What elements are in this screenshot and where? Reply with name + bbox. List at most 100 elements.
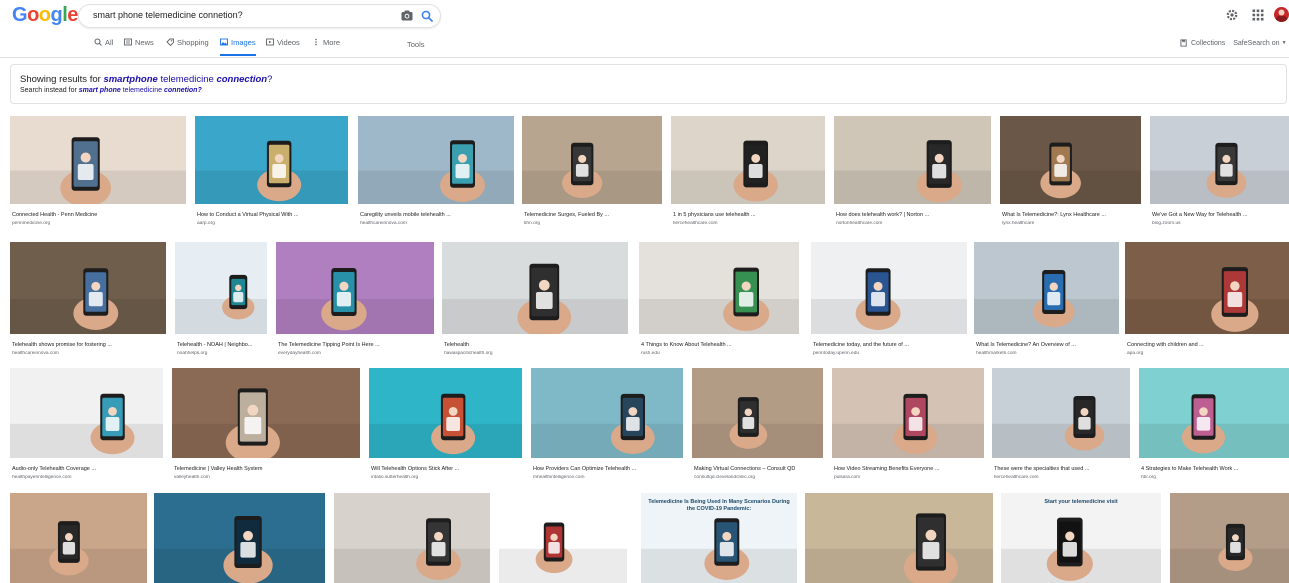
- image-result[interactable]: Connected Health - Penn Medicine pennmedi…: [10, 116, 186, 228]
- apps-grid-icon[interactable]: [1252, 9, 1264, 21]
- image-thumbnail[interactable]: [175, 242, 267, 334]
- image-thumbnail[interactable]: [499, 493, 627, 583]
- image-thumbnail[interactable]: [10, 368, 163, 458]
- image-result[interactable]: Will Telehealth Options Stick After ... i…: [369, 368, 522, 482]
- image-thumbnail[interactable]: [811, 242, 967, 334]
- search-input[interactable]: smart phone telemedicine connetion?: [93, 10, 243, 20]
- image-thumbnail[interactable]: [1125, 242, 1289, 334]
- image-title[interactable]: How Video Streaming Benefits Everyone ..…: [834, 466, 982, 472]
- image-thumbnail[interactable]: [334, 493, 490, 583]
- image-title[interactable]: 4 Things to Know About Telehealth ...: [641, 342, 797, 348]
- image-title[interactable]: What Is Telemedicine?: Lynx Healthcare .…: [1002, 212, 1139, 218]
- image-title[interactable]: These were the specialties that used ...: [994, 466, 1128, 472]
- image-result[interactable]: [334, 493, 490, 583]
- image-result[interactable]: These were the specialties that used ...…: [992, 368, 1130, 482]
- image-title[interactable]: How Providers Can Optimize Telehealth ..…: [533, 466, 681, 472]
- image-thumbnail[interactable]: [10, 493, 147, 583]
- image-thumbnail[interactable]: [531, 368, 683, 458]
- gear-icon[interactable]: [1226, 9, 1238, 21]
- image-thumbnail[interactable]: [1170, 493, 1289, 583]
- image-title[interactable]: What Is Telemedicine? An Overview of ...: [976, 342, 1117, 348]
- corrected-query-link[interactable]: smartphone telemedicine connection?: [103, 74, 272, 85]
- image-thumbnail[interactable]: [195, 116, 348, 204]
- image-thumbnail[interactable]: [834, 116, 991, 204]
- tab-all[interactable]: All: [94, 38, 113, 55]
- image-thumbnail[interactable]: [639, 242, 799, 334]
- image-title[interactable]: Telemedicine Surges, Fueled By ...: [524, 212, 660, 218]
- image-result[interactable]: [10, 493, 147, 583]
- image-result[interactable]: Caregility unveils mobile telehealth ...…: [358, 116, 514, 228]
- image-result[interactable]: Telehealth - NOAH | Neighbo... noahhelps.…: [175, 242, 267, 358]
- image-title[interactable]: Telemedicine | Valley Health System: [174, 466, 358, 472]
- image-result[interactable]: How to Conduct a Virtual Physical With .…: [195, 116, 348, 228]
- image-title[interactable]: Caregility unveils mobile telehealth ...: [360, 212, 512, 218]
- image-title[interactable]: We've Got a New Way for Telehealth ...: [1152, 212, 1287, 218]
- image-result[interactable]: Making Virtual Connections – Consult QD c…: [692, 368, 823, 482]
- image-title[interactable]: Telehealth: [444, 342, 626, 348]
- image-title[interactable]: Telehealth shows promise for fostering .…: [12, 342, 164, 348]
- image-result[interactable]: Telehealth hawaiipacifichealth.org: [442, 242, 628, 358]
- image-title[interactable]: Connected Health - Penn Medicine: [12, 212, 184, 218]
- image-result[interactable]: 1 in 5 physicians use telehealth ... fier…: [671, 116, 825, 228]
- image-result[interactable]: Start your telemedicine visit: [1001, 493, 1161, 583]
- image-thumbnail[interactable]: [358, 116, 514, 204]
- image-result[interactable]: 4 Things to Know About Telehealth ... rus…: [639, 242, 799, 358]
- image-title[interactable]: Audio-only Telehealth Coverage ...: [12, 466, 161, 472]
- search-box[interactable]: smart phone telemedicine connetion?: [78, 4, 441, 28]
- image-result[interactable]: Telemedicine Is Being Used In Many Scena…: [641, 493, 797, 583]
- image-thumbnail[interactable]: [369, 368, 522, 458]
- image-thumbnail[interactable]: [154, 493, 325, 583]
- tab-videos[interactable]: Videos: [266, 38, 300, 55]
- image-result[interactable]: The Telemedicine Tipping Point Is Here .…: [276, 242, 434, 358]
- image-title[interactable]: 4 Strategies to Make Telehealth Work ...: [1141, 466, 1287, 472]
- image-thumbnail[interactable]: [276, 242, 434, 334]
- image-result[interactable]: [1170, 493, 1289, 583]
- safesearch-toggle[interactable]: SafeSearch on ▼: [1233, 40, 1286, 47]
- collections-link[interactable]: Collections: [1180, 39, 1225, 47]
- image-result[interactable]: Connecting with children and ... apa.org: [1125, 242, 1289, 358]
- image-thumbnail[interactable]: [1000, 116, 1141, 204]
- image-result[interactable]: Telehealth shows promise for fostering .…: [10, 242, 166, 358]
- image-title[interactable]: Telehealth - NOAH | Neighbo...: [177, 342, 265, 348]
- image-result[interactable]: Telemedicine Surges, Fueled By ... khn.or…: [522, 116, 662, 228]
- image-title[interactable]: Connecting with children and ...: [1127, 342, 1287, 348]
- image-title[interactable]: How does telehealth work? | Norton ...: [836, 212, 989, 218]
- tools-button[interactable]: Tools: [407, 40, 425, 49]
- image-result[interactable]: [154, 493, 325, 583]
- image-result[interactable]: Telemedicine today, and the future of ..…: [811, 242, 967, 358]
- image-thumbnail[interactable]: [522, 116, 662, 204]
- image-result[interactable]: Telemedicine | Valley Health System valle…: [172, 368, 360, 482]
- tab-shopping[interactable]: Shopping: [166, 38, 209, 55]
- image-result[interactable]: How Video Streaming Benefits Everyone ..…: [832, 368, 984, 482]
- image-thumbnail[interactable]: [692, 368, 823, 458]
- image-result[interactable]: [499, 493, 627, 583]
- image-result[interactable]: How does telehealth work? | Norton ... no…: [834, 116, 991, 228]
- account-avatar[interactable]: [1274, 7, 1289, 22]
- tab-more[interactable]: More: [312, 38, 340, 55]
- search-icon[interactable]: [421, 10, 433, 22]
- image-result[interactable]: What Is Telemedicine?: Lynx Healthcare .…: [1000, 116, 1141, 228]
- image-title[interactable]: Making Virtual Connections – Consult QD: [694, 466, 821, 472]
- image-thumbnail[interactable]: [671, 116, 825, 204]
- image-thumbnail[interactable]: [10, 242, 166, 334]
- camera-icon[interactable]: [401, 10, 413, 21]
- image-title[interactable]: The Telemedicine Tipping Point Is Here .…: [278, 342, 432, 348]
- image-thumbnail[interactable]: [974, 242, 1119, 334]
- image-result[interactable]: Audio-only Telehealth Coverage ... health…: [10, 368, 163, 482]
- image-title[interactable]: Will Telehealth Options Stick After ...: [371, 466, 520, 472]
- image-title[interactable]: Telemedicine today, and the future of ..…: [813, 342, 965, 348]
- image-title[interactable]: 1 in 5 physicians use telehealth ...: [673, 212, 823, 218]
- image-title[interactable]: How to Conduct a Virtual Physical With .…: [197, 212, 346, 218]
- image-thumbnail[interactable]: [1001, 493, 1161, 583]
- image-thumbnail[interactable]: [172, 368, 360, 458]
- image-thumbnail[interactable]: [805, 493, 993, 583]
- image-thumbnail[interactable]: [832, 368, 984, 458]
- image-result[interactable]: 4 Strategies to Make Telehealth Work ...…: [1139, 368, 1289, 482]
- image-thumbnail[interactable]: [10, 116, 186, 204]
- image-thumbnail[interactable]: [992, 368, 1130, 458]
- image-thumbnail[interactable]: [1139, 368, 1289, 458]
- tab-news[interactable]: News: [124, 38, 154, 55]
- image-thumbnail[interactable]: [1150, 116, 1289, 204]
- google-logo[interactable]: Google: [12, 4, 78, 27]
- tab-images[interactable]: Images: [220, 38, 256, 56]
